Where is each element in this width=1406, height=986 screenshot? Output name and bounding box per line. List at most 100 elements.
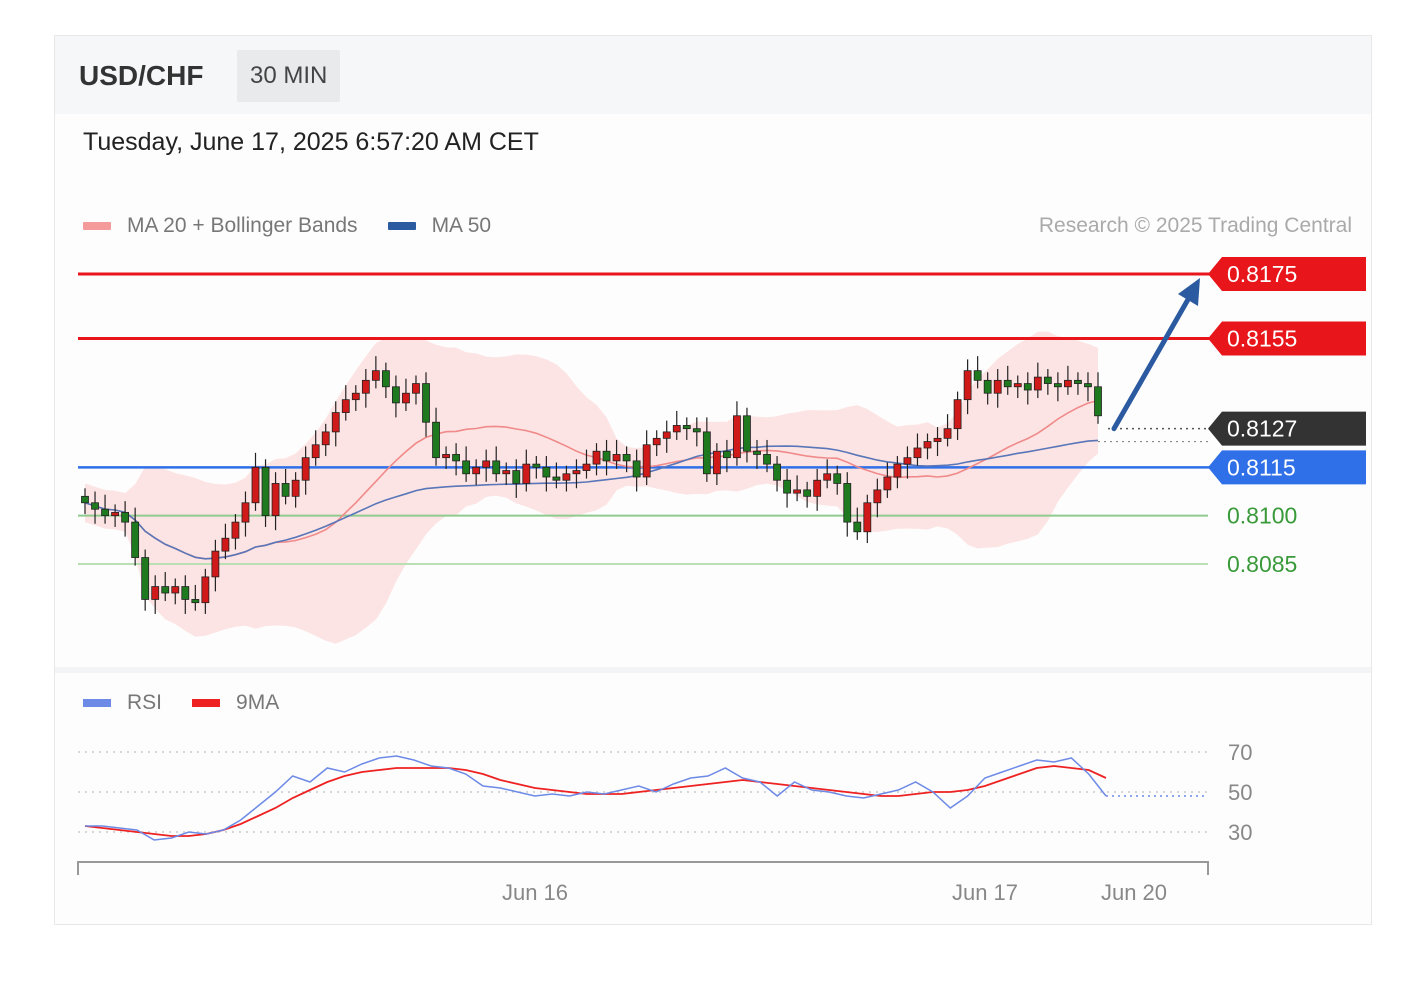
candle-body — [622, 454, 631, 462]
candle-body — [1053, 383, 1062, 388]
bollinger-band — [85, 331, 1098, 644]
candle-body — [261, 466, 270, 517]
candle-body — [923, 441, 932, 449]
candle-body — [1043, 376, 1052, 384]
candle-body — [743, 415, 751, 452]
candle-body — [602, 450, 611, 462]
candle-body — [612, 454, 621, 462]
candle-body — [281, 483, 290, 497]
candle-body — [181, 586, 190, 600]
candle-body — [502, 470, 511, 475]
candle-body — [652, 437, 661, 446]
candle-body — [723, 450, 731, 459]
candle-body — [692, 428, 701, 433]
price-label-0.8100: 0.8100 — [1227, 503, 1297, 529]
price-label-0.8175: 0.8175 — [1208, 257, 1366, 291]
candle-body — [522, 463, 531, 484]
candle-body — [371, 370, 380, 381]
candle-body — [1064, 379, 1072, 388]
candle-body — [141, 557, 150, 600]
price-label-text: 0.8127 — [1227, 416, 1297, 442]
rsi-tick-label: 30 — [1228, 820, 1252, 845]
candle-body — [402, 392, 410, 404]
candle-body — [893, 463, 902, 478]
rsi-line — [85, 755, 1107, 841]
candle-body — [392, 386, 400, 404]
candle-body — [101, 508, 109, 517]
candle-body — [793, 489, 802, 494]
rsi-tick-label: 50 — [1228, 780, 1252, 805]
candle-body — [672, 425, 681, 433]
candle-body — [632, 460, 641, 478]
price-label-text: 0.8100 — [1227, 503, 1297, 529]
candle-body — [121, 512, 130, 523]
target-arrow-shaft — [1111, 293, 1193, 432]
candle-body — [773, 463, 781, 481]
candle-body — [331, 412, 340, 433]
price-label-text: 0.8115 — [1227, 454, 1296, 480]
candle-body — [592, 450, 601, 465]
candle-body — [251, 466, 260, 504]
candle-body — [1094, 386, 1102, 417]
candle-body — [151, 586, 160, 600]
candle-body — [712, 450, 721, 475]
candle-body — [201, 576, 210, 604]
x-axis — [77, 861, 1209, 875]
candle-body — [853, 521, 862, 533]
candle-body — [381, 370, 390, 388]
candle-body — [361, 379, 370, 394]
candle-body — [963, 370, 972, 401]
candle-body — [873, 489, 882, 504]
x-tick-label: Jun 20 — [1101, 880, 1167, 905]
candle-body — [682, 425, 691, 430]
candle-body — [843, 483, 852, 523]
candle-body — [883, 476, 892, 491]
candle-body — [863, 502, 872, 533]
pane-divider — [55, 667, 1371, 673]
candle-body — [753, 450, 761, 455]
candle-body — [1023, 383, 1032, 391]
candle-body — [1074, 379, 1082, 384]
candle-body — [803, 489, 812, 497]
candle-body — [733, 415, 741, 459]
candle-body — [953, 399, 962, 430]
candle-body — [763, 454, 771, 465]
price-label-0.8127: 0.8127 — [1208, 411, 1366, 446]
candle-body — [512, 470, 521, 484]
candle-body — [341, 399, 350, 413]
rsi-tick-label: 70 — [1228, 740, 1252, 765]
candle-body — [532, 463, 541, 468]
candle-body — [913, 447, 922, 459]
price-label-text: 0.8175 — [1227, 261, 1297, 287]
candle-body — [823, 473, 832, 481]
candle-body — [542, 466, 551, 478]
candle-body — [221, 537, 230, 552]
price-label-text: 0.8155 — [1227, 325, 1297, 351]
candle-body — [291, 479, 300, 497]
candle-body — [582, 463, 591, 471]
candle-body — [462, 460, 471, 475]
candle-body — [552, 476, 561, 481]
price-chart: 0.8175 0.8155 0.8127 0.8115 0.8100 0.8085 70 50… — [55, 257, 1371, 905]
candle-body — [783, 479, 791, 494]
x-tick-label: Jun 16 — [502, 880, 568, 905]
candle-body — [492, 460, 501, 475]
candle-body — [231, 521, 240, 539]
candle-body — [702, 431, 711, 475]
candle-body — [993, 379, 1002, 394]
price-label-0.8115: 0.8115 — [1208, 450, 1366, 485]
candle-body — [662, 431, 671, 439]
candle-body — [482, 460, 491, 468]
candle-body — [973, 370, 982, 381]
candle-body — [131, 521, 140, 558]
candle-body — [161, 586, 170, 594]
price-label-text: 0.8085 — [1227, 551, 1297, 577]
candle-body — [943, 428, 952, 439]
candle-body — [572, 470, 581, 475]
candle-body — [442, 454, 450, 459]
candle-body — [211, 550, 220, 578]
candle-body — [472, 466, 481, 475]
candle-body — [271, 483, 280, 517]
candle-body — [91, 502, 99, 510]
candle-body — [171, 586, 180, 594]
